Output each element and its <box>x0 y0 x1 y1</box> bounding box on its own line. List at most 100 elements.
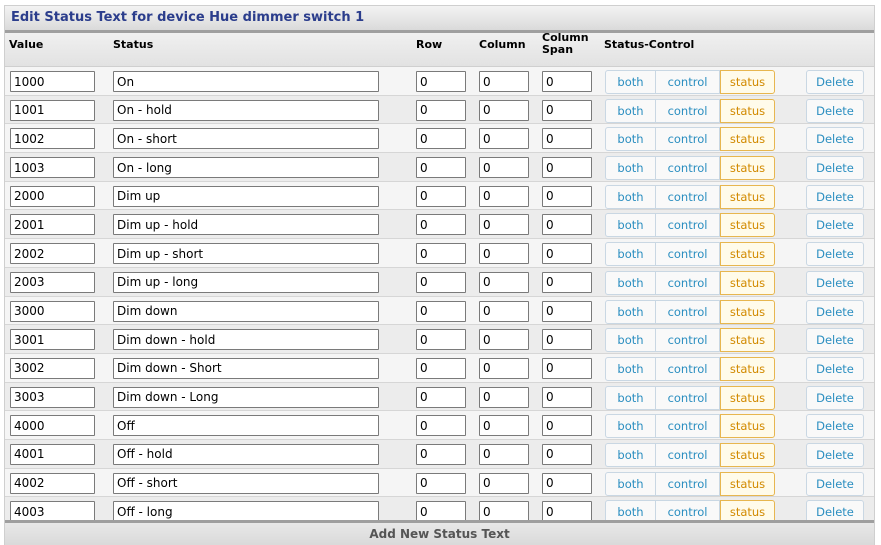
both-button[interactable]: both <box>605 414 656 439</box>
row-input[interactable] <box>416 71 466 92</box>
value-input[interactable] <box>10 99 95 121</box>
column-input[interactable] <box>479 243 529 265</box>
value-input[interactable] <box>10 415 95 437</box>
status-button[interactable]: status <box>720 242 775 267</box>
status-text-input[interactable] <box>113 99 379 121</box>
row-input[interactable] <box>416 185 466 207</box>
both-button[interactable]: both <box>605 385 656 410</box>
column-span-input[interactable] <box>542 415 592 437</box>
value-input[interactable] <box>10 214 95 236</box>
status-text-input[interactable] <box>113 71 379 92</box>
column-span-input[interactable] <box>542 271 592 293</box>
status-button[interactable]: status <box>720 299 775 324</box>
delete-button[interactable]: Delete <box>806 270 864 295</box>
control-button[interactable]: control <box>656 328 720 353</box>
status-text-input[interactable] <box>113 185 379 207</box>
control-button[interactable]: control <box>656 299 720 324</box>
control-button[interactable]: control <box>656 385 720 410</box>
status-text-input[interactable] <box>113 243 379 265</box>
column-span-input[interactable] <box>542 443 592 465</box>
delete-button[interactable]: Delete <box>806 156 864 181</box>
both-button[interactable]: both <box>605 156 656 181</box>
both-button[interactable]: both <box>605 299 656 324</box>
both-button[interactable]: both <box>605 127 656 152</box>
both-button[interactable]: both <box>605 98 656 123</box>
status-text-input[interactable] <box>113 386 379 408</box>
delete-button[interactable]: Delete <box>806 127 864 152</box>
both-button[interactable]: both <box>605 471 656 496</box>
column-span-input[interactable] <box>542 472 592 494</box>
column-input[interactable] <box>479 99 529 121</box>
row-input[interactable] <box>416 157 466 179</box>
column-input[interactable] <box>479 185 529 207</box>
status-button[interactable]: status <box>720 385 775 410</box>
column-span-input[interactable] <box>542 214 592 236</box>
column-span-input[interactable] <box>542 386 592 408</box>
value-input[interactable] <box>10 271 95 293</box>
delete-button[interactable]: Delete <box>806 299 864 324</box>
row-input[interactable] <box>416 271 466 293</box>
both-button[interactable]: both <box>605 213 656 238</box>
status-button[interactable]: status <box>720 270 775 295</box>
column-span-input[interactable] <box>542 185 592 207</box>
control-button[interactable]: control <box>656 242 720 267</box>
control-button[interactable]: control <box>656 213 720 238</box>
status-button[interactable]: status <box>720 98 775 123</box>
column-span-input[interactable] <box>542 300 592 322</box>
value-input[interactable] <box>10 472 95 494</box>
delete-button[interactable]: Delete <box>806 385 864 410</box>
delete-button[interactable]: Delete <box>806 242 864 267</box>
status-text-input[interactable] <box>113 300 379 322</box>
row-input[interactable] <box>416 472 466 494</box>
delete-button[interactable]: Delete <box>806 184 864 209</box>
status-text-input[interactable] <box>113 214 379 236</box>
control-button[interactable]: control <box>656 414 720 439</box>
value-input[interactable] <box>10 386 95 408</box>
column-input[interactable] <box>479 71 529 92</box>
column-input[interactable] <box>479 386 529 408</box>
status-button[interactable]: status <box>720 156 775 181</box>
add-new-status-text-button[interactable]: Add New Status Text <box>5 520 874 545</box>
value-input[interactable] <box>10 443 95 465</box>
both-button[interactable]: both <box>605 328 656 353</box>
status-text-input[interactable] <box>113 329 379 351</box>
status-text-input[interactable] <box>113 443 379 465</box>
column-span-input[interactable] <box>542 128 592 150</box>
control-button[interactable]: control <box>656 356 720 381</box>
status-text-input[interactable] <box>113 472 379 494</box>
control-button[interactable]: control <box>656 98 720 123</box>
control-button[interactable]: control <box>656 70 720 94</box>
column-span-input[interactable] <box>542 329 592 351</box>
row-input[interactable] <box>416 128 466 150</box>
value-input[interactable] <box>10 128 95 150</box>
status-button[interactable]: status <box>720 184 775 209</box>
status-button[interactable]: status <box>720 356 775 381</box>
status-button[interactable]: status <box>720 414 775 439</box>
column-input[interactable] <box>479 329 529 351</box>
delete-button[interactable]: Delete <box>806 442 864 467</box>
both-button[interactable]: both <box>605 242 656 267</box>
column-span-input[interactable] <box>542 357 592 379</box>
control-button[interactable]: control <box>656 156 720 181</box>
value-input[interactable] <box>10 71 95 92</box>
status-text-input[interactable] <box>113 271 379 293</box>
status-button[interactable]: status <box>720 70 775 94</box>
control-button[interactable]: control <box>656 184 720 209</box>
value-input[interactable] <box>10 243 95 265</box>
status-button[interactable]: status <box>720 471 775 496</box>
column-span-input[interactable] <box>542 243 592 265</box>
column-input[interactable] <box>479 357 529 379</box>
both-button[interactable]: both <box>605 270 656 295</box>
status-text-input[interactable] <box>113 128 379 150</box>
row-input[interactable] <box>416 415 466 437</box>
value-input[interactable] <box>10 357 95 379</box>
delete-button[interactable]: Delete <box>806 213 864 238</box>
delete-button[interactable]: Delete <box>806 471 864 496</box>
column-input[interactable] <box>479 271 529 293</box>
column-span-input[interactable] <box>542 71 592 92</box>
value-input[interactable] <box>10 185 95 207</box>
row-input[interactable] <box>416 386 466 408</box>
control-button[interactable]: control <box>656 270 720 295</box>
row-input[interactable] <box>416 300 466 322</box>
delete-button[interactable]: Delete <box>806 328 864 353</box>
